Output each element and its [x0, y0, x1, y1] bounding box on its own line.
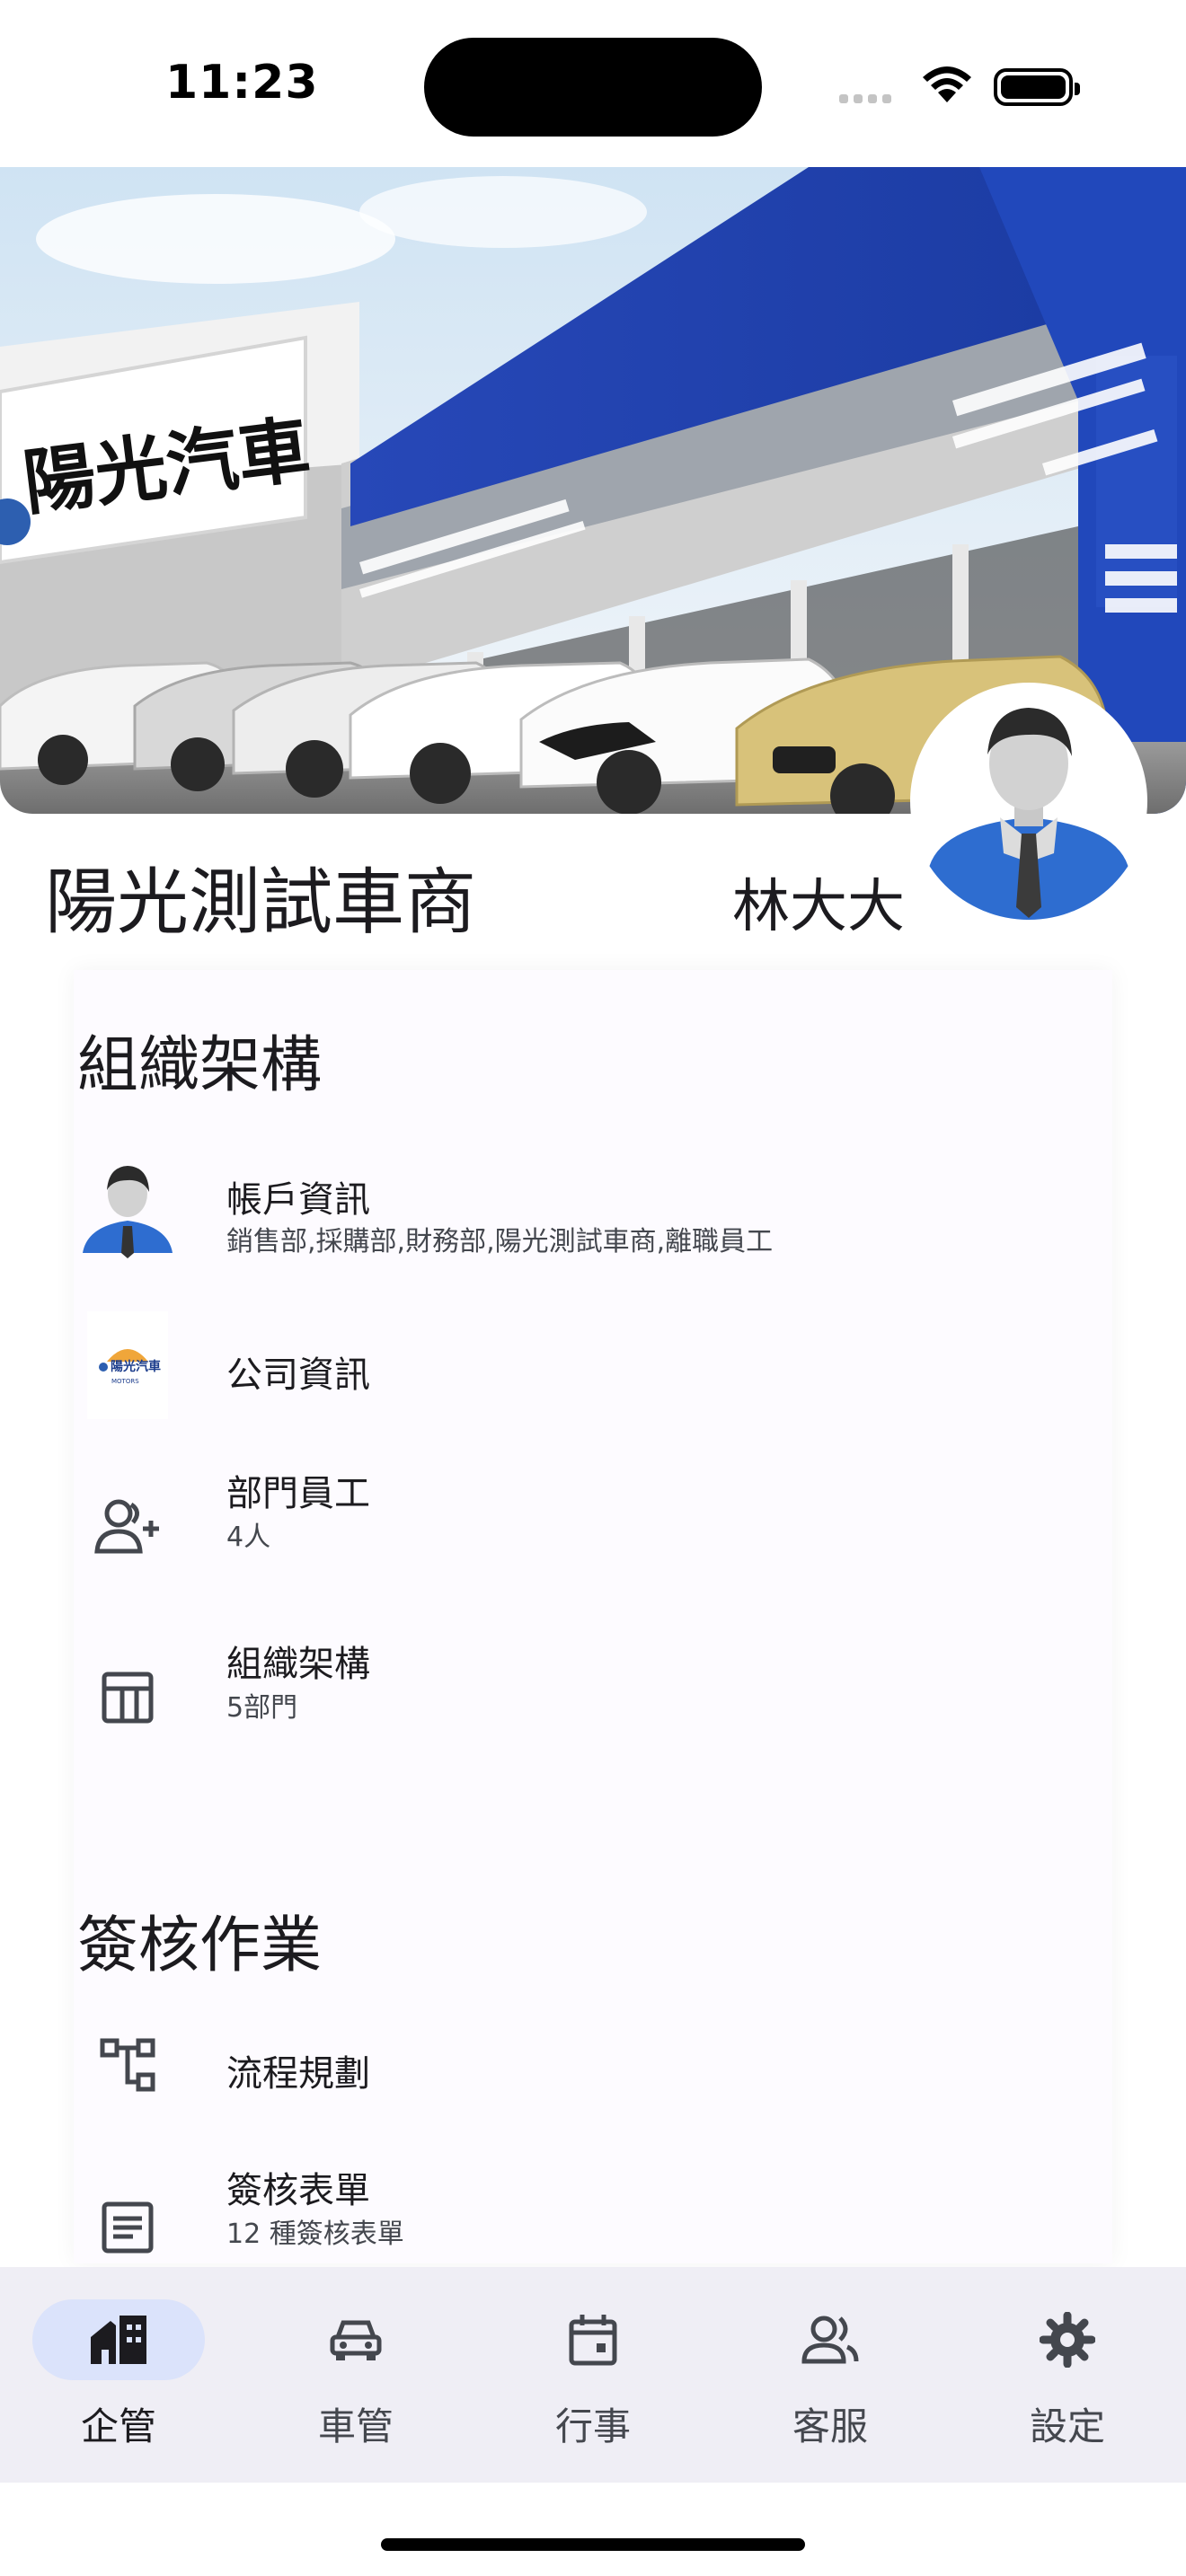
nav-tab-calendar[interactable]: 行事	[474, 2267, 712, 2483]
item-title: 簽核表單	[226, 2170, 370, 2211]
article-icon	[74, 2174, 181, 2263]
content-card: 組織架構 帳戶資訊 銷售部,採購部,財務部,陽光測試車商,離職員工 陽光汽車 M…	[74, 970, 1112, 2263]
calendar-icon	[569, 2315, 617, 2366]
list-item-approval-forms[interactable]: 簽核表單 12 種簽核表單	[74, 2170, 1112, 2263]
item-subtitle: 5部門	[226, 1692, 298, 1724]
profile-avatar[interactable]	[910, 683, 1147, 920]
logo-subtext: MOTORS	[111, 1378, 139, 1385]
item-title: 部門員工	[226, 1473, 370, 1514]
item-subtitle: 銷售部,採購部,財務部,陽光測試車商,離職員工	[226, 1226, 774, 1257]
item-subtitle: 4人	[226, 1522, 271, 1553]
item-title: 流程規劃	[226, 2053, 370, 2095]
home-indicator[interactable]	[381, 2538, 805, 2551]
dynamic-island	[424, 38, 762, 137]
settings-gear-icon	[1040, 2312, 1095, 2368]
section-title-org: 組織架構	[77, 1030, 323, 1101]
account-tree-icon	[74, 2012, 181, 2120]
nav-label: 車管	[317, 2404, 394, 2448]
nav-icon-holder	[744, 2299, 916, 2380]
person-add-icon	[74, 1473, 181, 1581]
nav-label: 企管	[80, 2404, 156, 2448]
car-icon	[330, 2320, 382, 2360]
list-item-org-structure[interactable]: 組織架構 5部門	[74, 1626, 1112, 1769]
nav-icon-holder	[270, 2299, 442, 2380]
list-item-workflow-planning[interactable]: 流程規劃	[74, 2012, 1112, 2156]
account-avatar-icon	[74, 1154, 181, 1262]
company-logo-icon: 陽光汽車 MOTORS	[74, 1311, 181, 1419]
item-title: 公司資訊	[226, 1354, 370, 1396]
list-item-company-info[interactable]: 陽光汽車 MOTORS 公司資訊	[74, 1302, 1112, 1446]
nav-tab-enterprise[interactable]: 企管	[0, 2267, 237, 2483]
logo-text: 陽光汽車	[111, 1359, 161, 1374]
user-name: 林大大	[732, 874, 905, 940]
list-item-department-staff[interactable]: 部門員工 4人	[74, 1455, 1112, 1599]
list-item-account-info[interactable]: 帳戶資訊 銷售部,採購部,財務部,陽光測試車商,離職員工	[74, 1136, 1112, 1280]
nav-icon-holder	[507, 2299, 679, 2380]
cellular-signal-icon	[839, 90, 897, 107]
section-title-approval: 簽核作業	[77, 1910, 323, 1981]
nav-label: 行事	[554, 2404, 631, 2448]
enterprise-icon	[91, 2316, 146, 2364]
nav-tab-settings[interactable]: 設定	[949, 2267, 1186, 2483]
item-title: 帳戶資訊	[226, 1179, 370, 1221]
bottom-navigation-bar: 企管 車管 行事 客服 設定	[0, 2267, 1186, 2483]
nav-tab-car[interactable]: 車管	[237, 2267, 474, 2483]
company-name: 陽光測試車商	[45, 860, 476, 944]
wifi-icon	[920, 63, 974, 108]
nav-label: 設定	[1029, 2404, 1105, 2448]
nav-tab-customer-service[interactable]: 客服	[712, 2267, 949, 2483]
table-chart-icon	[74, 1644, 181, 1751]
status-bar: 11:23	[0, 0, 1186, 167]
businessman-avatar-icon	[928, 708, 1129, 920]
nav-label: 客服	[792, 2404, 868, 2448]
nav-icon-holder	[981, 2299, 1154, 2380]
item-title: 組織架構	[226, 1644, 370, 1685]
item-subtitle: 12 種簽核表單	[226, 2219, 404, 2250]
status-time: 11:23	[165, 56, 319, 110]
customer-service-icon	[801, 2316, 859, 2364]
battery-icon	[994, 68, 1080, 106]
nav-active-indicator	[32, 2299, 205, 2380]
